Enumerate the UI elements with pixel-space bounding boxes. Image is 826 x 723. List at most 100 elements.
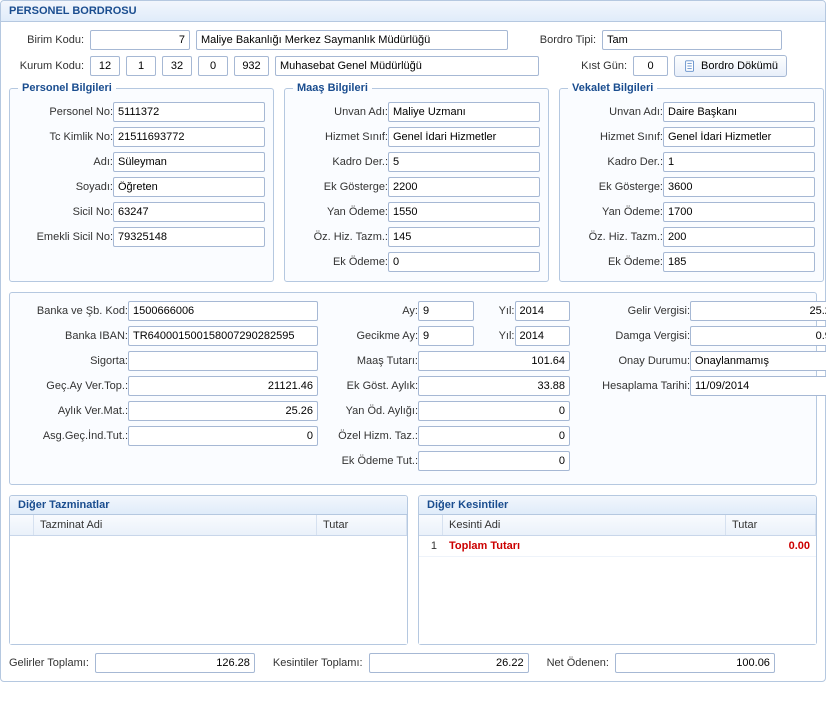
vekalet-ozh-label: Öz. Hiz. Tazm.: [568, 231, 663, 243]
adi-input[interactable] [113, 152, 265, 172]
onay-label: Onay Durumu: [580, 355, 690, 367]
aylik-label: Aylık Ver.Mat.: [18, 405, 128, 417]
gecikme-input[interactable] [418, 326, 474, 346]
vekalet-hizmet-input[interactable] [663, 127, 815, 147]
kesinti-col-tutar[interactable]: Tutar [726, 515, 816, 535]
vekalet-ekg-input[interactable] [663, 177, 815, 197]
maas-bilgileri-fieldset: Maaş Bilgileri Unvan Adı: Hizmet Sınıf: … [284, 82, 549, 282]
top-row-1: Birim Kodu: Bordro Tipi: [9, 30, 817, 50]
maas-hizmet-label: Hizmet Sınıf: [293, 131, 388, 143]
kurum-kodu-3[interactable] [162, 56, 192, 76]
soyadi-input[interactable] [113, 177, 265, 197]
vekalet-yan-input[interactable] [663, 202, 815, 222]
tazminat-title: Diğer Tazminatlar [10, 496, 407, 515]
aylik-input[interactable] [128, 401, 318, 421]
gelir-vergisi-label: Gelir Vergisi: [580, 305, 690, 317]
gecikme-label: Gecikme Ay: [328, 330, 418, 342]
maas-tut-input[interactable] [418, 351, 570, 371]
vekalet-unvan-input[interactable] [663, 102, 815, 122]
ekod-label: Ek Ödeme Tut.: [328, 455, 418, 467]
gelir-top-input[interactable] [95, 653, 255, 673]
kesinti-col-idx [419, 515, 443, 535]
ozel-label: Özel Hizm. Taz.: [328, 430, 418, 442]
vekalet-unvan-label: Unvan Adı: [568, 106, 663, 118]
maas-unvan-input[interactable] [388, 102, 540, 122]
gelir-top-label: Gelirler Toplamı: [9, 657, 89, 669]
tazminat-col-tutar[interactable]: Tutar [317, 515, 407, 535]
gyil-input[interactable] [515, 326, 571, 346]
kurum-kodu-2[interactable] [126, 56, 156, 76]
personel-legend: Personel Bilgileri [18, 82, 116, 94]
kesinti-col-name[interactable]: Kesinti Adi [443, 515, 726, 535]
bordro-tipi-input[interactable] [602, 30, 782, 50]
gelir-vergisi-input[interactable] [690, 301, 826, 321]
emekli-label: Emekli Sicil No: [18, 231, 113, 243]
kurum-adi-input[interactable] [275, 56, 539, 76]
top-row-2: Kurum Kodu: Kıst Gün: Bordro Dökümü [9, 55, 817, 77]
gecay-input[interactable] [128, 376, 318, 396]
kist-gun-input[interactable] [633, 56, 668, 76]
kist-gun-label: Kıst Gün: [545, 60, 627, 72]
maas-ozh-label: Öz. Hiz. Tazm.: [293, 231, 388, 243]
maas-tut-label: Maaş Tutarı: [328, 355, 418, 367]
tazminat-body[interactable] [10, 536, 407, 644]
kurum-kodu-4[interactable] [198, 56, 228, 76]
panel-title: PERSONEL BORDROSU [1, 1, 825, 22]
sicil-input[interactable] [113, 202, 265, 222]
iban-label: Banka IBAN: [18, 330, 128, 342]
bordro-dokumu-button[interactable]: Bordro Dökümü [674, 55, 787, 77]
ekod-input[interactable] [418, 451, 570, 471]
vekalet-eko-input[interactable] [663, 252, 815, 272]
maas-ekg-input[interactable] [388, 177, 540, 197]
ekgost-input[interactable] [418, 376, 570, 396]
maas-yan-input[interactable] [388, 202, 540, 222]
sicil-label: Sicil No: [18, 206, 113, 218]
ay-input[interactable] [418, 301, 474, 321]
vekalet-bilgileri-fieldset: Vekalet Bilgileri Unvan Adı: Hizmet Sını… [559, 82, 824, 282]
damga-vergisi-input[interactable] [690, 326, 826, 346]
maas-hizmet-input[interactable] [388, 127, 540, 147]
table-row[interactable]: 1 Toplam Tutarı 0.00 [419, 536, 816, 557]
net-label: Net Ödenen: [547, 657, 609, 669]
yanod-input[interactable] [418, 401, 570, 421]
kesinti-body[interactable]: 1 Toplam Tutarı 0.00 [419, 536, 816, 644]
birim-adi-input[interactable] [196, 30, 508, 50]
maas-eko-input[interactable] [388, 252, 540, 272]
kesinti-row-tutar: 0.00 [726, 536, 816, 556]
ozel-input[interactable] [418, 426, 570, 446]
footer-totals: Gelirler Toplamı: Kesintiler Toplamı: Ne… [9, 653, 817, 673]
kesinti-title: Diğer Kesintiler [419, 496, 816, 515]
tazminat-col-name[interactable]: Tazminat Adi [34, 515, 317, 535]
sigorta-input[interactable] [128, 351, 318, 371]
personel-bilgileri-fieldset: Personel Bilgileri Personel No: Tc Kimli… [9, 82, 274, 282]
kesinti-grid: Diğer Kesintiler Kesinti Adi Tutar 1 Top… [418, 495, 817, 645]
maas-kadro-label: Kadro Der.: [293, 156, 388, 168]
hesap-input[interactable] [690, 376, 826, 396]
maas-ozh-input[interactable] [388, 227, 540, 247]
onay-input[interactable] [690, 351, 826, 371]
iban-input[interactable] [128, 326, 318, 346]
kesinti-top-input[interactable] [369, 653, 529, 673]
kurum-kodu-5[interactable] [234, 56, 269, 76]
adi-label: Adı: [18, 156, 113, 168]
calculation-block: Banka ve Şb. Kod: Banka IBAN: Sigorta: G… [9, 292, 817, 485]
maas-unvan-label: Unvan Adı: [293, 106, 388, 118]
tazminat-col-idx [10, 515, 34, 535]
vekalet-eko-label: Ek Ödeme: [568, 256, 663, 268]
tc-input[interactable] [113, 127, 265, 147]
birim-kodu-input[interactable] [90, 30, 190, 50]
vekalet-yan-label: Yan Ödeme: [568, 206, 663, 218]
vekalet-ozh-input[interactable] [663, 227, 815, 247]
asg-label: Asg.Geç.İnd.Tut.: [18, 430, 128, 442]
maas-ekg-label: Ek Gösterge: [293, 181, 388, 193]
kurum-kodu-1[interactable] [90, 56, 120, 76]
yil-input[interactable] [515, 301, 571, 321]
asg-input[interactable] [128, 426, 318, 446]
personel-no-input[interactable] [113, 102, 265, 122]
banka-kod-input[interactable] [128, 301, 318, 321]
maas-kadro-input[interactable] [388, 152, 540, 172]
vekalet-kadro-input[interactable] [663, 152, 815, 172]
personel-no-label: Personel No: [18, 106, 113, 118]
net-input[interactable] [615, 653, 775, 673]
emekli-input[interactable] [113, 227, 265, 247]
